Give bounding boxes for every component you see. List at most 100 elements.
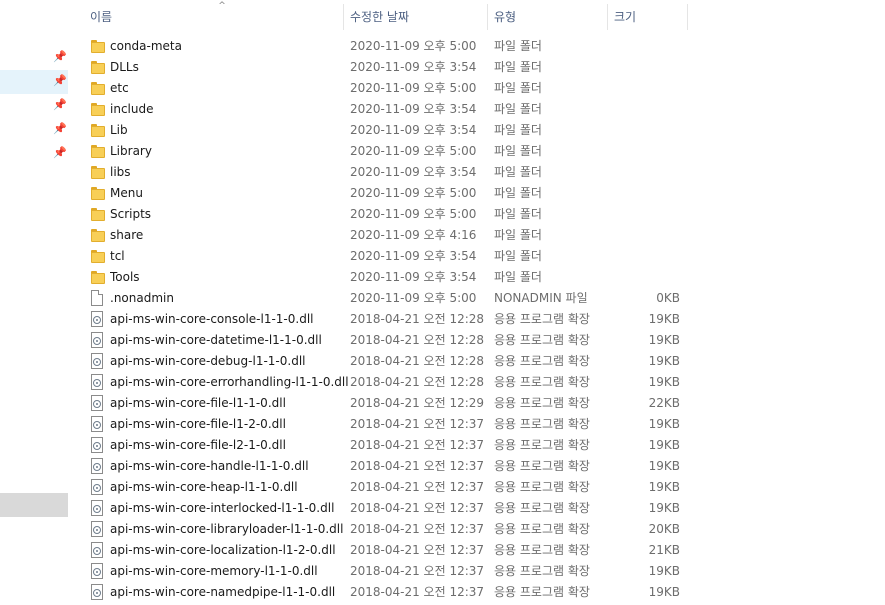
file-name: api-ms-win-core-file-l2-1-0.dll [110,438,286,452]
file-row[interactable]: .nonadmin 2020-11-09 오후 5:00 NONADMIN 파일 0K… [72,288,885,309]
file-date-modified: 2020-11-09 오후 5:00 [350,186,477,200]
file-row[interactable]: api-ms-win-core-datetime-l1-1-0.dll 2018-… [72,330,885,351]
folder-icon [90,145,106,158]
file-date-modified: 2020-11-09 오후 5:00 [350,144,477,158]
nav-item-hovered[interactable] [0,493,68,517]
file-row[interactable]: api-ms-win-core-console-l1-1-0.dll 2018-0… [72,309,885,330]
file-size [608,183,680,204]
file-row[interactable]: api-ms-win-core-debug-l1-1-0.dll 2018-04-… [72,351,885,372]
dll-icon [91,416,103,432]
file-row[interactable]: api-ms-win-core-errorhandling-l1-1-0.dll… [72,372,885,393]
column-divider[interactable] [687,4,688,30]
file-type: 파일 폴더 [494,228,542,242]
quick-access-item[interactable]: 📌 [0,118,68,142]
file-row[interactable]: Lib 2020-11-09 오후 3:54 파일 폴더 [72,120,885,141]
quick-access-item-selected[interactable]: 📌 [0,70,68,94]
file-row-icon-cell [90,519,106,540]
file-size: 19KB [648,480,680,494]
file-name: api-ms-win-core-localization-l1-2-0.dll [110,543,336,557]
navigation-pane: 📌 📌 📌 📌 📌 [0,0,72,605]
file-row[interactable]: etc 2020-11-09 오후 5:00 파일 폴더 [72,78,885,99]
column-header-size[interactable]: 크기 [608,0,688,34]
column-header-name-label: 이름 [90,10,113,24]
column-header-name[interactable]: 이름 ^ [84,0,344,34]
file-row[interactable]: tcl 2020-11-09 오후 3:54 파일 폴더 [72,246,885,267]
file-row[interactable]: DLLs 2020-11-09 오후 3:54 파일 폴더 [72,57,885,78]
folder-icon [90,82,106,95]
file-row[interactable]: share 2020-11-09 오후 4:16 파일 폴더 [72,225,885,246]
column-header-date[interactable]: 수정한 날짜 [344,0,488,34]
file-row[interactable]: api-ms-win-core-memory-l1-1-0.dll 2018-04… [72,561,885,582]
file-size: 19KB [648,459,680,473]
quick-access-item[interactable]: 📌 [0,94,68,118]
file-row[interactable]: Menu 2020-11-09 오후 5:00 파일 폴더 [72,183,885,204]
file-size [608,141,680,162]
file-size: 0KB [656,291,680,305]
file-date-modified: 2018-04-21 오전 12:29 [350,396,485,410]
dll-icon [91,542,103,558]
dll-icon [91,563,103,579]
file-icon [91,290,103,306]
file-size [608,267,680,288]
file-row[interactable]: include 2020-11-09 오후 3:54 파일 폴더 [72,99,885,120]
file-date-modified: 2018-04-21 오전 12:37 [350,417,485,431]
file-date-modified: 2020-11-09 오후 3:54 [350,60,477,74]
file-row-icon-cell [90,372,106,393]
quick-access-item[interactable]: 📌 [0,46,68,70]
file-type: 응용 프로그램 확장 [494,543,590,557]
pin-icon: 📌 [53,98,67,111]
file-row[interactable]: api-ms-win-core-file-l1-1-0.dll 2018-04-2… [72,393,885,414]
file-row-icon-cell [90,540,106,561]
file-date-modified: 2020-11-09 오후 5:00 [350,39,477,53]
pin-icon: 📌 [53,122,67,135]
file-type: 응용 프로그램 확장 [494,375,590,389]
file-row-icon-cell [90,414,106,435]
file-size [608,99,680,120]
file-date-modified: 2020-11-09 오후 3:54 [350,102,477,116]
file-row[interactable]: api-ms-win-core-file-l2-1-0.dll 2018-04-2… [72,435,885,456]
file-name: api-ms-win-core-file-l1-2-0.dll [110,417,286,431]
file-size [608,120,680,141]
file-date-modified: 2018-04-21 오전 12:37 [350,564,485,578]
file-row[interactable]: api-ms-win-core-file-l1-2-0.dll 2018-04-2… [72,414,885,435]
column-header-type-label: 유형 [494,10,517,24]
file-row[interactable]: api-ms-win-core-heap-l1-1-0.dll 2018-04-2… [72,477,885,498]
file-row-icon-cell [90,204,106,225]
file-name: api-ms-win-core-errorhandling-l1-1-0.dll [110,375,348,389]
file-row[interactable]: api-ms-win-core-namedpipe-l1-1-0.dll 2018… [72,582,885,603]
file-name: api-ms-win-core-namedpipe-l1-1-0.dll [110,585,336,599]
file-row[interactable]: libs 2020-11-09 오후 3:54 파일 폴더 [72,162,885,183]
file-size: 22KB [648,396,680,410]
file-row[interactable]: api-ms-win-core-libraryloader-l1-1-0.dll… [72,519,885,540]
file-size [608,78,680,99]
dll-icon [91,584,103,600]
file-name: conda-meta [110,39,182,53]
file-size: 19KB [648,438,680,452]
file-type: 파일 폴더 [494,39,542,53]
file-row[interactable]: api-ms-win-core-handle-l1-1-0.dll 2018-04… [72,456,885,477]
file-type: 파일 폴더 [494,102,542,116]
file-name: api-ms-win-core-datetime-l1-1-0.dll [110,333,322,347]
file-date-modified: 2018-04-21 오전 12:37 [350,543,485,557]
folder-icon [90,103,106,116]
file-row[interactable]: api-ms-win-core-interlocked-l1-1-0.dll 20… [72,498,885,519]
file-type: 응용 프로그램 확장 [494,312,590,326]
file-name: Tools [110,270,140,284]
column-header-date-label: 수정한 날짜 [350,10,410,24]
file-date-modified: 2018-04-21 오전 12:37 [350,585,485,599]
dll-icon [91,311,103,327]
file-size: 19KB [648,333,680,347]
file-row[interactable]: conda-meta 2020-11-09 오후 5:00 파일 폴더 [72,36,885,57]
column-header-type[interactable]: 유형 [488,0,608,34]
file-row[interactable]: api-ms-win-core-localization-l1-2-0.dll 2… [72,540,885,561]
file-type: 응용 프로그램 확장 [494,564,590,578]
file-name: Scripts [110,207,152,221]
folder-icon [90,61,106,74]
file-type: 응용 프로그램 확장 [494,522,590,536]
file-row[interactable]: Scripts 2020-11-09 오후 5:00 파일 폴더 [72,204,885,225]
file-row[interactable]: Tools 2020-11-09 오후 3:54 파일 폴더 [72,267,885,288]
quick-access-item[interactable]: 📌 [0,142,68,166]
folder-icon [90,124,106,137]
folder-icon [90,271,106,284]
file-row[interactable]: Library 2020-11-09 오후 5:00 파일 폴더 [72,141,885,162]
